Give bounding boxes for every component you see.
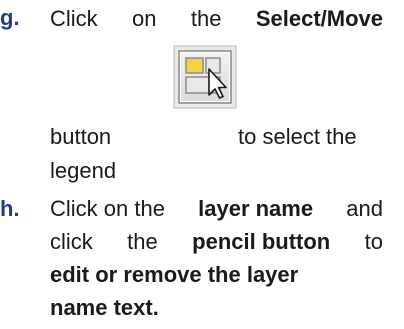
layer-name-label: layer name	[198, 196, 314, 221]
instruction-page: g. Click on the Select/Move button to se…	[0, 0, 404, 329]
word: Click on the	[50, 196, 165, 221]
word: and	[346, 196, 383, 221]
item-g-line-3: legend	[50, 158, 117, 183]
word: click	[50, 229, 93, 254]
word: to	[364, 229, 383, 254]
word: Click	[50, 6, 98, 31]
item-g-line-2b: to select the	[238, 124, 357, 149]
select-move-label: Select/Move	[255, 6, 383, 31]
word: on	[132, 6, 157, 31]
item-g-line-1: Click on the Select/Move	[50, 6, 383, 32]
pencil-button-label: pencil button	[192, 229, 331, 254]
word: the	[190, 6, 222, 31]
item-g-line-2a: button	[50, 124, 112, 149]
item-h-line-1: Click on the layer name and	[50, 196, 383, 222]
word: the	[127, 229, 158, 254]
item-h-line-3: edit or remove the layer	[50, 262, 299, 287]
list-marker-h: h.	[0, 196, 20, 221]
select-move-cursor-icon	[173, 45, 237, 109]
list-marker-g: g.	[0, 5, 20, 30]
item-h-line-2: click the pencil button to	[50, 229, 383, 255]
item-h-line-4: name text.	[50, 295, 159, 320]
